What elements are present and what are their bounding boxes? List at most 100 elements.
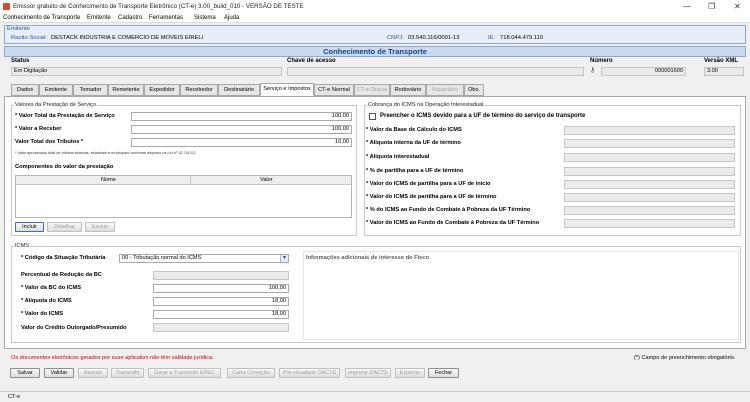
valor-total-field[interactable]: 100,00 [131, 112, 352, 121]
cobranca-field-1 [564, 139, 735, 148]
status-bar-text: CT-e [8, 394, 21, 400]
status-field: Em Digitação [11, 67, 282, 76]
cobranca-field-4 [564, 180, 735, 189]
menu-conhecimento[interactable]: Conhecimento de Transporte [3, 15, 80, 21]
tab-dados[interactable]: Dados [11, 84, 39, 96]
info-fisco-textarea[interactable] [303, 251, 739, 340]
chave-acesso-field [287, 67, 584, 76]
imprimir-dacte-button[interactable]: Imprimir DACTE [345, 368, 391, 378]
status-bar: CT-e [0, 391, 750, 402]
detalhar-button[interactable]: Detalhar [47, 222, 82, 232]
chevron-down-icon[interactable]: ▼ [280, 255, 288, 262]
key-icon[interactable]: ⚷ [590, 66, 598, 76]
col-valor[interactable]: Valor [260, 177, 273, 183]
preencher-icms-checkbox[interactable] [369, 113, 376, 120]
cnpj-value: 03.540.116/0001-13 [408, 35, 460, 41]
cnpj-label: CNPJ: [387, 35, 404, 41]
ie-value: 718.044.479.110 [500, 35, 544, 41]
reducao-label: Percentual de Redução da BC [21, 272, 102, 278]
col-divider [190, 176, 191, 185]
cobranca-field-3 [564, 167, 735, 176]
numero-label: Número [590, 58, 613, 64]
menu-ajuda[interactable]: Ajuda [224, 15, 239, 21]
pre-visualizar-dacte-button[interactable]: Pré-visualizar DACTE [279, 368, 340, 378]
menu-ferramentas[interactable]: Ferramentas [149, 15, 183, 21]
carta-correcao-button[interactable]: Carta Correção [227, 368, 275, 378]
minimize-button[interactable]: — [683, 2, 691, 11]
menu-emitente[interactable]: Emitente [87, 15, 111, 21]
excluir-button[interactable]: Excluir [85, 222, 115, 232]
tab-tomador[interactable]: Tomador [73, 84, 108, 96]
close-button[interactable]: ✕ [734, 2, 741, 11]
valor-tributos-field[interactable]: 10,00 [131, 138, 352, 147]
razao-social-label: Razão Social: [11, 35, 47, 41]
valor-icms-label: * Valor do ICMS [21, 311, 64, 317]
gerar-transmitir-epec-button[interactable]: Gerar e Transmitir EPEC [148, 368, 221, 378]
cobranca-label-1: * Alíquota interna da UF de término [366, 140, 461, 146]
cobranca-label-3: * % de partilha para a UF de término [366, 168, 464, 174]
page-title: Conhecimento de Transporte [4, 46, 746, 57]
reducao-field [153, 271, 289, 280]
maximize-button[interactable]: ❐ [708, 2, 715, 11]
valor-receber-field[interactable]: 100,00 [131, 125, 352, 134]
numero-field: 000001600 [601, 67, 686, 76]
cobranca-field-6 [564, 206, 735, 215]
credito-field [153, 323, 289, 332]
aliquota-icms-field[interactable]: 18,00 [153, 297, 289, 306]
cobranca-field-0 [564, 126, 735, 135]
tab-cte-normal[interactable]: CT-e Normal [314, 84, 354, 96]
title-bar: Emissor gratuito de Conhecimento de Tran… [0, 0, 750, 13]
componentes-header [16, 176, 351, 185]
incluir-button[interactable]: Incluir [15, 222, 44, 232]
cobranca-label-5: * Valor do ICMS de partilha para a UF de… [366, 194, 497, 200]
tab-aquaviario[interactable]: Aquaviário [426, 84, 464, 96]
cst-select[interactable]: 00 - Tributação normal do ICMS [119, 254, 289, 263]
cobranca-field-2 [564, 153, 735, 162]
app-logo-icon [3, 3, 10, 10]
tab-emitente[interactable]: Emitente [39, 84, 73, 96]
versao-xml-field: 3.00 [704, 67, 744, 76]
menu-sistema[interactable]: Sistema [194, 15, 216, 21]
fechar-button[interactable]: Fechar [428, 368, 459, 378]
ie-label: IE: [488, 35, 496, 41]
cobranca-field-7 [564, 219, 735, 228]
credito-label: Valor do Crédito Outorgado/Presumido [21, 325, 127, 331]
cobranca-label-7: * Valor do ICMS ao Fundo de Combate à Po… [366, 220, 540, 226]
preencher-icms-label: Preencher o ICMS devido para a UF de tér… [380, 113, 586, 119]
menu-bar: Conhecimento de Transporte Emitente Cada… [0, 13, 750, 23]
tab-destinatario[interactable]: Destinatário [218, 84, 260, 96]
validar-button[interactable]: Validar [44, 368, 74, 378]
valores-legend: Valores da Prestação de Serviço [14, 102, 98, 108]
exportar-button[interactable]: Exportar [395, 368, 425, 378]
assinar-button[interactable]: Assinar [78, 368, 108, 378]
salvar-button[interactable]: Salvar [10, 368, 40, 378]
cobranca-field-5 [564, 193, 735, 202]
tab-servico-impostos[interactable]: Serviço e Impostos [260, 83, 314, 96]
col-nome[interactable]: Nome [101, 177, 116, 183]
icms-legend: ICMS [14, 243, 30, 249]
cobranca-label-0: * Valor da Base de Cálculo do ICMS [366, 127, 462, 133]
chave-acesso-label: Chave de acesso [287, 58, 336, 64]
razao-social-value: DESTACK INDUSTRIA E COMERCIO DE MOVEIS E… [51, 35, 204, 41]
tab-rodoviario[interactable]: Rodoviário [390, 84, 426, 96]
status-label: Status [11, 58, 30, 64]
tab-expedidor[interactable]: Expedidor [144, 84, 180, 96]
versao-xml-label: Versão XML [704, 58, 739, 64]
tab-cte-outros[interactable]: CT-e Outros [354, 84, 390, 96]
tributos-note: * Valor aproximado total de tributos fed… [15, 151, 197, 155]
menu-cadastro[interactable]: Cadastro [118, 15, 142, 21]
componentes-title: Componentes do valor da prestação [15, 164, 114, 170]
bc-icms-label: * Valor da BC do ICMS [21, 285, 82, 291]
emitente-box: Emitente Razão Social: DESTACK INDUSTRIA… [4, 25, 746, 44]
cst-label: * Código da Situação Tributária [21, 255, 106, 261]
aliquota-icms-label: * Alíquota do ICMS [21, 298, 72, 304]
cst-value: 00 - Tributação normal do ICMS [122, 255, 202, 261]
tab-remetente[interactable]: Remetente [108, 84, 144, 96]
tab-obs[interactable]: Obs. [464, 84, 484, 96]
transmitir-button[interactable]: Transmitir [111, 368, 144, 378]
valor-icms-field[interactable]: 18,00 [153, 310, 289, 319]
tab-recebedor[interactable]: Recebedor [180, 84, 218, 96]
cobranca-label-6: * % do ICMS ao Fundo de Combate à Pobrez… [366, 207, 531, 213]
cobranca-label-2: * Alíquota interestadual [366, 154, 430, 160]
bc-icms-field[interactable]: 100,00 [153, 284, 289, 293]
